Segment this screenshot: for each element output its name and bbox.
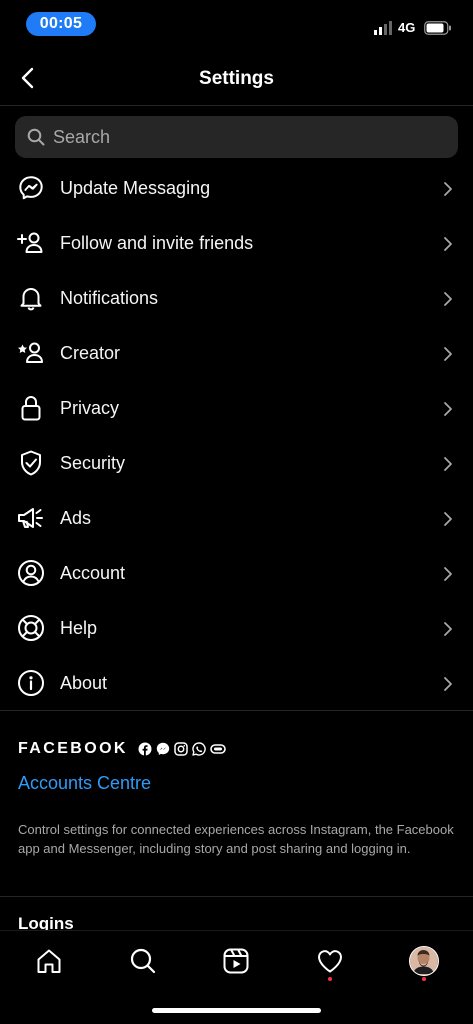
chevron-right-icon — [444, 677, 452, 691]
menu-label: Ads — [60, 508, 92, 528]
menu-item-notifications[interactable]: Notifications — [0, 271, 473, 326]
tab-activity[interactable] — [310, 941, 350, 981]
meta-apps-icons — [138, 742, 226, 756]
search-input[interactable] — [53, 126, 433, 148]
header: Settings — [0, 52, 473, 106]
menu-label: Security — [60, 453, 126, 473]
menu-label: Account — [60, 563, 126, 583]
status-bar: 00:05 4G — [0, 0, 473, 48]
heart-icon — [317, 950, 343, 973]
home-icon — [37, 949, 61, 973]
profile-avatar — [409, 946, 439, 976]
profile-photo — [410, 947, 437, 974]
chevron-right-icon — [444, 347, 452, 361]
chevron-right-icon — [444, 237, 452, 251]
instagram-icon — [174, 742, 188, 756]
megaphone-icon — [18, 508, 43, 528]
profile-notification-dot — [422, 977, 426, 981]
shield-check-icon — [21, 450, 41, 476]
accounts-centre-link[interactable]: Accounts Centre — [18, 773, 151, 794]
facebook-wordmark: FACEBOOK — [18, 740, 128, 757]
chevron-right-icon — [444, 622, 452, 636]
tab-reels[interactable] — [216, 941, 256, 981]
facebook-icon — [138, 742, 152, 756]
chevron-right-icon — [444, 182, 452, 196]
menu-item-ads[interactable]: Ads — [0, 491, 473, 546]
battery-icon — [424, 21, 451, 35]
signal-icon — [374, 21, 392, 35]
chevron-right-icon — [444, 292, 452, 306]
tab-home[interactable] — [29, 941, 69, 981]
menu-label: Privacy — [60, 398, 120, 418]
chevron-right-icon — [444, 567, 452, 581]
home-indicator[interactable] — [152, 1008, 321, 1013]
activity-notification-dot — [328, 977, 332, 981]
chevron-right-icon — [444, 457, 452, 471]
lifebuoy-icon — [18, 615, 44, 641]
menu-label: Notifications — [60, 288, 159, 308]
network-type: 4G — [398, 20, 416, 35]
messenger-small-icon — [156, 742, 170, 755]
account-circle-icon — [18, 560, 44, 586]
menu-item-help[interactable]: Help — [0, 601, 473, 656]
search-icon — [27, 128, 45, 146]
reels-icon — [223, 948, 249, 974]
accounts-centre-description: Control settings for connected experienc… — [18, 822, 454, 856]
info-icon — [18, 670, 44, 696]
menu-item-account[interactable]: Account — [0, 546, 473, 601]
menu-item-security[interactable]: Security — [0, 436, 473, 491]
menu-item-about[interactable]: About — [0, 656, 473, 711]
section-divider — [0, 896, 473, 897]
tab-profile[interactable] — [404, 941, 444, 981]
whatsapp-icon — [192, 742, 206, 756]
menu-label: About — [60, 673, 108, 693]
menu-item-follow-invite[interactable]: Follow and invite friends — [0, 216, 473, 271]
menu-item-update-messaging[interactable]: Update Messaging — [0, 161, 473, 216]
menu-item-privacy[interactable]: Privacy — [0, 381, 473, 436]
portal-icon — [210, 744, 226, 754]
search-icon — [130, 948, 156, 974]
search-bar[interactable] — [15, 116, 458, 158]
lock-icon — [21, 396, 41, 421]
facebook-brand-row: FACEBOOK — [18, 740, 226, 758]
chevron-right-icon — [444, 512, 452, 526]
messenger-icon — [19, 176, 43, 200]
menu-item-creator[interactable]: Creator — [0, 326, 473, 381]
section-divider — [0, 710, 473, 711]
menu-label: Creator — [60, 343, 121, 363]
bell-icon — [20, 288, 42, 311]
add-person-icon — [17, 232, 43, 253]
tab-search[interactable] — [123, 941, 163, 981]
page-title: Settings — [199, 68, 274, 89]
settings-menu: Update Messaging Follow and invite frien… — [0, 161, 473, 711]
star-person-icon — [18, 342, 43, 363]
menu-label: Update Messaging — [60, 178, 211, 198]
status-time[interactable]: 00:05 — [26, 12, 96, 36]
menu-label: Follow and invite friends — [60, 233, 254, 253]
menu-label: Help — [60, 618, 98, 638]
chevron-right-icon — [444, 402, 452, 416]
